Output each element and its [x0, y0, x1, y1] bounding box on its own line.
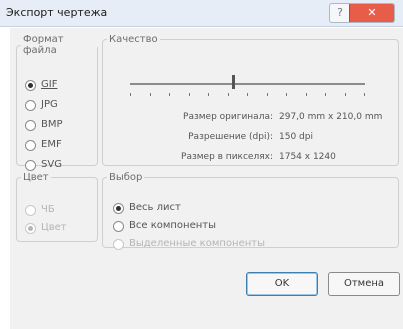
slider-tick: [364, 93, 365, 96]
radio-label-emf: EMF: [41, 139, 62, 150]
dialog-client-area: Формат файла GIF JPG BMP EMF SVG Качеств…: [10, 28, 403, 329]
radio-label-whole-sheet: Весь лист: [129, 202, 181, 213]
radio-label-selected-components: Выделенные компоненты: [129, 238, 265, 249]
quality-legend: Качество: [109, 34, 158, 45]
radio-bmp[interactable]: BMP: [25, 118, 63, 132]
radio-label-bmp: BMP: [41, 119, 63, 130]
quality-slider-track[interactable]: [130, 83, 365, 85]
radio-indicator-icon: [25, 99, 36, 111]
slider-tick: [169, 93, 170, 96]
radio-label-svg: SVG: [41, 159, 62, 170]
radio-indicator-icon: [25, 139, 36, 151]
radio-all-components[interactable]: Все компоненты: [113, 219, 216, 233]
radio-svg[interactable]: SVG: [25, 158, 62, 172]
radio-indicator-icon: [113, 202, 124, 214]
pixel-size-label: Размер в пикселях:: [181, 152, 273, 162]
resolution-value: 150 dpi: [279, 132, 313, 142]
resolution-label: Разрешение (dpi):: [188, 132, 273, 142]
radio-indicator-icon: [25, 159, 36, 171]
slider-tick: [286, 93, 287, 96]
slider-tick: [345, 93, 346, 96]
file-format-legend: Формат файла: [23, 34, 64, 56]
radio-emf[interactable]: EMF: [25, 138, 62, 152]
slider-tick: [228, 93, 229, 96]
file-format-group: Формат файла GIF JPG BMP EMF SVG: [16, 34, 98, 171]
quality-slider-ticks: [130, 93, 365, 97]
slider-tick: [189, 93, 190, 96]
slider-tick: [208, 93, 209, 96]
help-icon[interactable]: ?: [330, 4, 350, 22]
caption-buttons: ? ✕: [329, 3, 395, 23]
color-group: Цвет ЧБ Цвет: [16, 172, 98, 242]
radio-color[interactable]: Цвет: [25, 221, 67, 235]
color-legend: Цвет: [23, 172, 49, 183]
slider-tick: [267, 93, 268, 96]
cancel-button[interactable]: Отмена: [328, 272, 400, 296]
radio-indicator-icon: [113, 238, 124, 250]
radio-label-color: Цвет: [41, 222, 67, 233]
slider-tick: [306, 93, 307, 96]
close-icon[interactable]: ✕: [349, 4, 394, 22]
ok-button[interactable]: OK: [246, 272, 318, 296]
radio-selected-components[interactable]: Выделенные компоненты: [113, 237, 265, 251]
quality-group: Качество Размер оригинала: 297,0 mm x 21…: [102, 34, 399, 166]
radio-label-gif: GIF: [41, 79, 58, 90]
slider-tick: [325, 93, 326, 96]
export-dialog: Экспорт чертежа ? ✕ Формат файла GIF JPG…: [0, 0, 403, 329]
radio-bw[interactable]: ЧБ: [25, 203, 55, 217]
selection-legend: Выбор: [109, 172, 143, 183]
slider-tick: [247, 93, 248, 96]
radio-indicator-icon: [25, 204, 36, 216]
radio-label-jpg: JPG: [41, 99, 58, 110]
slider-tick: [150, 93, 151, 96]
selection-group: Выбор Весь лист Все компоненты Выделенны…: [102, 172, 399, 251]
radio-label-all-components: Все компоненты: [129, 220, 216, 231]
pixel-size-value: 1754 x 1240: [279, 152, 336, 162]
title-bar[interactable]: Экспорт чертежа ? ✕: [0, 0, 403, 27]
radio-indicator-icon: [113, 220, 124, 232]
original-size-value: 297,0 mm x 210,0 mm: [279, 112, 383, 122]
window-title: Экспорт чертежа: [6, 6, 108, 19]
radio-indicator-icon: [25, 79, 36, 91]
radio-whole-sheet[interactable]: Весь лист: [113, 201, 181, 215]
radio-indicator-icon: [25, 222, 36, 234]
radio-gif[interactable]: GIF: [25, 78, 57, 92]
quality-slider-thumb[interactable]: [232, 75, 235, 89]
radio-jpg[interactable]: JPG: [25, 98, 58, 112]
original-size-label: Размер оригинала:: [183, 112, 273, 122]
radio-label-bw: ЧБ: [41, 204, 55, 215]
radio-indicator-icon: [25, 119, 36, 131]
slider-tick: [130, 93, 131, 96]
